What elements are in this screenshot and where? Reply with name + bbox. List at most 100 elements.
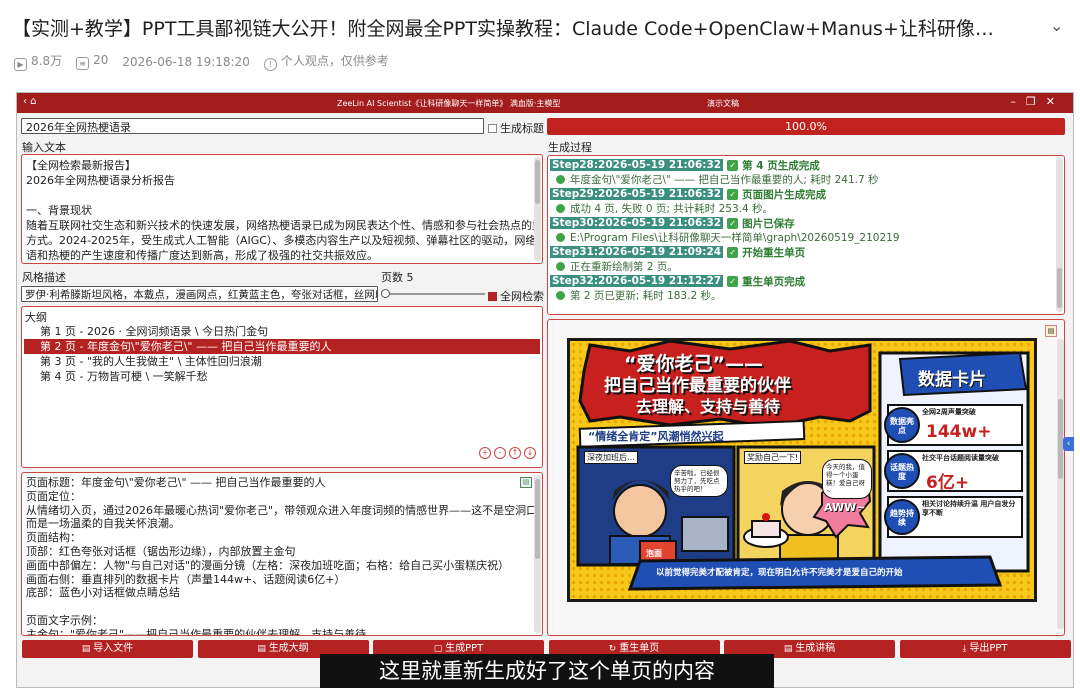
outline-item[interactable]: 第 3 页 - "我的人生我做主" \ 主体性回归浪潮 xyxy=(24,354,540,369)
check-icon: ✓ xyxy=(727,217,739,229)
step-text: 重生单页完成 xyxy=(742,275,806,288)
page-detail-editor[interactable]: 页面标题：年度金句\"爱你老己\" —— 把自己当作最重要的人 页面定位： 从情绪切… xyxy=(21,472,543,636)
slider-handle[interactable] xyxy=(381,289,390,298)
check-icon: ✓ xyxy=(727,246,739,258)
progress-bar: 100.0% xyxy=(547,118,1065,135)
video-title: 【实测+教学】PPT工具鄙视链大公开！附全网最全PPT实操教程：Claude C… xyxy=(12,18,994,40)
pages-slider[interactable] xyxy=(381,289,485,298)
script-icon: ▤ xyxy=(783,644,796,654)
step-text: 开始重生单页 xyxy=(742,246,806,259)
log-detail: 年度金句\"爱你老己\" —— 把自己当作最重要的人; 耗时 241.7 秒 xyxy=(550,173,1062,188)
input-line xyxy=(26,188,538,203)
disclaimer: ! 个人观点，仅供参考 xyxy=(263,52,389,71)
outline-panel: 大纲 第 1 页 - 2026 · 全网词频语录 \ 今日热门金句第 2 页 -… xyxy=(21,306,543,468)
input-text-area[interactable]: 【全网检索最新报告】 2026年全网热梗语录分析报告 一、背景现状 随着互联网社交生态… xyxy=(21,154,543,264)
log-step: Step29:2026-05-19 21:06:32 ✓ 页面图片生成完成 xyxy=(550,187,1062,202)
card-tag: 话题热度 xyxy=(890,463,914,481)
pages-label: 页数 5 xyxy=(381,271,414,284)
log-detail: 正在重新绘制第 2 页。 xyxy=(550,260,1062,275)
check-icon: ✓ xyxy=(727,275,739,287)
publish-date: 2026-06-18 19:18:20 xyxy=(122,54,250,69)
button-label: 生成讲稿 xyxy=(795,643,836,654)
regenerate-icon: ↻ xyxy=(608,644,620,654)
detail-line: 主金句："爱你老己"——把自己当作最重要的伙伴去理解，支持与善待 xyxy=(26,627,367,636)
gen-title-checkbox[interactable]: 生成标题 xyxy=(488,120,544,136)
detail-line: 画面中部偏左：人物"与自己对话"的漫画分镜（左格：深夜加班吃面；右格：给自己买小… xyxy=(26,558,510,572)
button-label: 生成大纲 xyxy=(268,643,309,654)
style-label: 风格描述 xyxy=(22,271,66,284)
import-file-button[interactable]: ▤ 导入文件 xyxy=(22,640,193,658)
log-step: Step31:2026-05-19 21:09:24 ✓ 开始重生单页 xyxy=(550,245,1062,260)
input-scrollbar[interactable] xyxy=(534,157,541,261)
step-badge: Step32:2026-05-19 21:12:27 xyxy=(550,275,724,288)
move-down-icon[interactable]: ↓ xyxy=(524,447,536,459)
button-label: 重生单页 xyxy=(619,643,660,654)
card-value: 6亿+ xyxy=(926,473,970,493)
outline-item[interactable]: 第 2 页 - 年度金句\"爱你老己\" —— 把自己当作最重要的人 xyxy=(24,339,540,354)
log-detail: 第 2 页已更新; 耗时 183.2 秒。 xyxy=(550,289,1062,304)
export-ppt-button[interactable]: ⤓ 导出PPT xyxy=(899,640,1071,658)
card-title: 数据卡片 xyxy=(918,370,986,390)
move-up-icon[interactable]: ↑ xyxy=(509,447,521,459)
detail-line: 而是一场温柔的自我关怀浪潮。 xyxy=(26,517,180,531)
style-input[interactable]: 罗伊·利希滕斯坦风格，本戴点，漫画网点，红黄蓝主色，夸张对话框，丝网印 xyxy=(21,286,378,302)
button-label: 导入文件 xyxy=(93,643,134,654)
video-subtitle: 这里就重新生成好了这个单页的内容 xyxy=(320,654,774,688)
views-stat: ▶ 8.8万 xyxy=(14,52,62,71)
log-step: Step28:2026-05-19 21:06:32 ✓ 第 4 页生成完成 xyxy=(550,158,1062,173)
card-label: 相关讨论持续升温 用户自发分享不断 xyxy=(922,500,1016,517)
card-value: 144w+ xyxy=(926,422,992,442)
log-step: Step32:2026-05-19 21:12:27 ✓ 重生单页完成 xyxy=(550,274,1062,289)
input-line: 方式。2024-2025年，受生成式人工智能（AIGC）、多模态内容生产以及短视… xyxy=(26,234,538,247)
status-dot-icon xyxy=(556,262,565,272)
checkbox-checked-icon[interactable] xyxy=(488,292,497,301)
input-line: 语和热梗的产生速度和传播广度达到新高，形成了极强的社交共振效应。 xyxy=(26,249,378,262)
detail-line: 顶部：红色夸张对话框（锯齿形边缘），内部放置主金句 xyxy=(26,544,296,558)
remove-icon[interactable]: - xyxy=(494,447,506,459)
app-titlebar: ‹ ⌂ ZeeLin AI Scientist《让科研像聊天一样简单》 满血版·… xyxy=(17,93,1073,113)
check-icon: ✓ xyxy=(727,188,739,200)
outline-label: 大纲 xyxy=(25,311,47,324)
outline-icon: ▤ xyxy=(257,644,269,654)
card-tag: 数据亮点 xyxy=(890,417,914,435)
ppt-icon: ▢ xyxy=(433,644,446,654)
log-detail: E:\Program Files\让科研像聊天一样简单\graph\202605… xyxy=(550,231,1062,246)
detail-line xyxy=(26,600,538,614)
input-line: 【全网检索最新报告】 xyxy=(26,159,136,172)
log-step: Step30:2026-05-19 21:06:32 ✓ 图片已保存 xyxy=(550,216,1062,231)
collapse-side-icon[interactable]: ‹ xyxy=(1063,437,1074,451)
detail-line: 页面标题：年度金句\"爱你老己\" —— 把自己当作最重要的人 xyxy=(26,476,326,489)
input-line: 一、背景现状 xyxy=(26,204,92,217)
window-controls[interactable]: –❐✕ xyxy=(1010,95,1065,108)
preview-menu-icon[interactable]: ▤ xyxy=(1045,325,1057,337)
step-badge: Step29:2026-05-19 21:06:32 xyxy=(550,188,724,201)
step-detail: 正在重新绘制第 2 页。 xyxy=(570,261,678,274)
detail-line: 画面右侧：垂直排列的数据卡片（声量144w+、话题阅读6亿+） xyxy=(26,572,346,586)
preview-scrollbar[interactable] xyxy=(1057,339,1064,629)
slide-footer: 以前觉得完美才配被肯定，现在明白允许不完美才是爱自己的开始 xyxy=(656,568,903,578)
detail-line: 页面结构： xyxy=(26,531,81,545)
step-text: 第 4 页生成完成 xyxy=(742,159,820,172)
topic-input[interactable]: 2026年全网热梗语录 xyxy=(21,118,484,134)
detail-line: 页面文字示例： xyxy=(26,613,103,627)
detail-scrollbar[interactable] xyxy=(534,475,541,633)
video-meta: ▶ 8.8万 ≡ 20 2026-06-18 19:18:20 ! 个人观点，仅供参考 xyxy=(14,52,389,71)
panel-left-bubble: 辛苦啦，已经很努力了，先吃点热乎的吧！ xyxy=(670,465,728,497)
detail-line: 从情绪切入页，通过2026年最暖心热词"爱你老己"，带领观众进入年度词频的情感世… xyxy=(26,503,538,517)
checkbox-icon[interactable] xyxy=(488,124,497,133)
step-text: 图片已保存 xyxy=(742,217,795,230)
step-detail: 年度金句\"爱你老己\" —— 把自己当作最重要的人; 耗时 241.7 秒 xyxy=(570,174,879,187)
log-scrollbar[interactable] xyxy=(1056,158,1063,312)
process-label: 生成过程 xyxy=(548,141,592,154)
back-home-icon[interactable]: ‹ ⌂ xyxy=(23,96,37,107)
web-search-checkbox[interactable]: 全网检索 xyxy=(488,288,544,304)
outline-item[interactable]: 第 4 页 - 万物皆可梗 \ 一笑解千愁 xyxy=(24,369,540,384)
add-icon[interactable]: + xyxy=(479,447,491,459)
outline-item[interactable]: 第 1 页 - 2026 · 全网词频语录 \ 今日热门金句 xyxy=(24,324,540,339)
step-text: 页面图片生成完成 xyxy=(742,188,827,201)
comment-icon: ≡ xyxy=(76,57,90,70)
status-dot-icon xyxy=(556,291,565,301)
copy-icon[interactable]: ▤ xyxy=(520,477,532,488)
input-line: 2026年全网热梗语录分析报告 xyxy=(26,174,175,187)
chevron-down-icon[interactable]: ⌄ xyxy=(1050,16,1063,35)
